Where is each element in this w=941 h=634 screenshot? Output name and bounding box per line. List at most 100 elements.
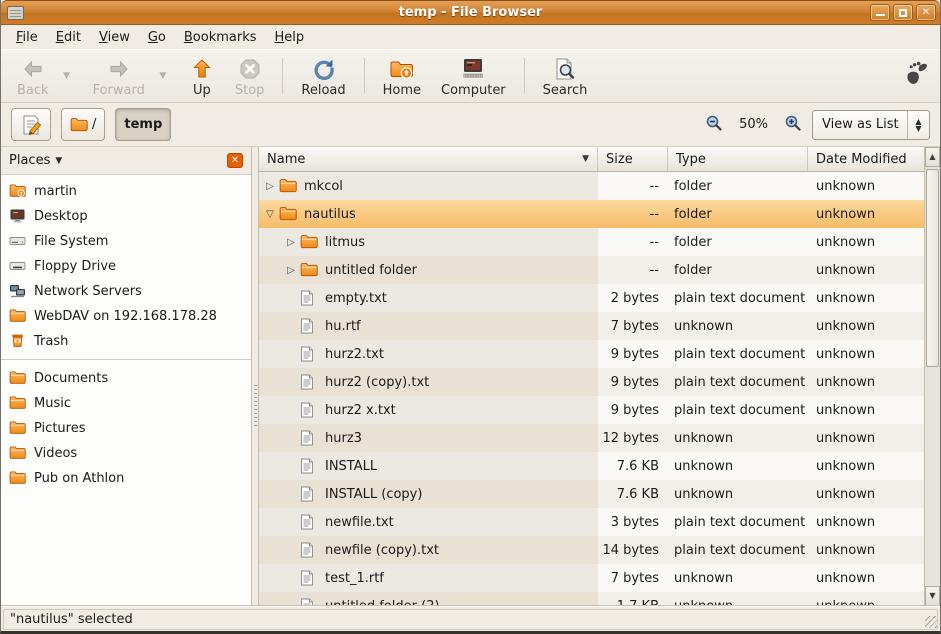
view-mode-select[interactable]: View as List ▲▼ <box>812 110 930 140</box>
file-size: 14 bytes <box>598 536 668 564</box>
expander-icon[interactable]: ▷ <box>263 181 277 192</box>
file-type: folder <box>668 200 808 228</box>
trash-icon <box>9 333 26 350</box>
table-row-mkcol[interactable]: ▷ mkcol -- folder unknown <box>259 172 924 200</box>
sidebar-item-file-system[interactable]: File System <box>1 229 251 254</box>
file-type: unknown <box>668 312 808 340</box>
sidebar-item-martin[interactable]: martin <box>1 179 251 204</box>
zoom-in-button[interactable] <box>784 114 802 136</box>
back-history-dropdown[interactable]: ▼ <box>59 52 75 100</box>
title-bar[interactable]: temp - File Browser ✕ <box>1 0 940 25</box>
reload-button[interactable]: Reload <box>291 52 355 100</box>
column-header-type[interactable]: Type <box>668 147 808 171</box>
back-button[interactable]: Back <box>7 52 59 100</box>
file-size: -- <box>598 172 668 200</box>
sidebar-item-label: Floppy Drive <box>34 259 116 274</box>
vertical-scrollbar[interactable]: ▲ ▼ <box>924 147 940 606</box>
table-row-newfile-txt[interactable]: newfile.txt 3 bytes plain text document … <box>259 508 924 536</box>
menu-help[interactable]: Help <box>266 28 314 47</box>
file-type: folder <box>668 256 808 284</box>
file-date-modified: unknown <box>808 312 924 340</box>
sidebar-item-trash[interactable]: Trash <box>1 329 251 354</box>
file-size: -- <box>598 228 668 256</box>
table-row-hu-rtf[interactable]: hu.rtf 7 bytes unknown unknown <box>259 312 924 340</box>
sidebar-item-desktop[interactable]: Desktop <box>1 204 251 229</box>
table-row-hurz2-x-txt[interactable]: hurz2 x.txt 9 bytes plain text document … <box>259 396 924 424</box>
file-size: 3 bytes <box>598 508 668 536</box>
table-row-hurz3[interactable]: hurz3 12 bytes unknown unknown <box>259 424 924 452</box>
edit-location-button[interactable] <box>11 108 51 141</box>
table-row-install[interactable]: INSTALL 7.6 KB unknown unknown <box>259 452 924 480</box>
zoom-level: 50% <box>733 117 774 132</box>
scrollbar-trough[interactable] <box>925 167 940 586</box>
table-row-untitled-folder-2-[interactable]: untitled folder (2) 1.7 KB unknown unkno… <box>259 592 924 606</box>
expander-icon[interactable]: ▽ <box>263 209 277 220</box>
sidebar-item-videos[interactable]: Videos <box>1 441 251 466</box>
file-icon <box>300 402 318 418</box>
sidebar-panel-selector[interactable]: Places ▼ ✕ <box>1 147 251 175</box>
sidebar-title: Places <box>9 153 50 168</box>
file-size: 7 bytes <box>598 312 668 340</box>
forward-button[interactable]: Forward <box>83 52 155 100</box>
up-button[interactable]: Up <box>179 52 225 100</box>
menu-file[interactable]: File <box>7 28 47 47</box>
column-header-date-modified[interactable]: Date Modified <box>808 147 924 171</box>
file-type: plain text document <box>668 368 808 396</box>
stop-button[interactable]: Stop <box>225 52 275 100</box>
scroll-down-button[interactable]: ▼ <box>925 586 940 606</box>
computer-icon <box>460 55 486 81</box>
file-name: empty.txt <box>325 291 387 306</box>
sidebar-item-network-servers[interactable]: Network Servers <box>1 279 251 304</box>
sidebar-item-label: Network Servers <box>34 284 142 299</box>
file-size: 7 bytes <box>598 564 668 592</box>
close-button[interactable]: ✕ <box>916 4 936 21</box>
sidebar-close-button[interactable]: ✕ <box>227 153 243 168</box>
menu-go[interactable]: Go <box>139 28 175 47</box>
toolbar-separator <box>524 58 525 94</box>
table-row-nautilus[interactable]: ▽ nautilus -- folder unknown <box>259 200 924 228</box>
root-path-button[interactable]: / <box>61 108 105 141</box>
folder-icon <box>300 234 318 250</box>
pane-splitter[interactable] <box>251 147 259 606</box>
forward-history-dropdown[interactable]: ▼ <box>155 52 171 100</box>
expander-icon[interactable]: ▷ <box>284 237 298 248</box>
window-resize-grip[interactable] <box>925 616 937 628</box>
zoom-out-button[interactable] <box>705 114 723 136</box>
edit-location-icon <box>20 114 42 136</box>
table-row-empty-txt[interactable]: empty.txt 2 bytes plain text document un… <box>259 284 924 312</box>
sidebar-item-floppy-drive[interactable]: Floppy Drive <box>1 254 251 279</box>
minimize-button[interactable] <box>870 4 890 21</box>
sidebar-item-webdav-on-192-168-178-28[interactable]: WebDAV on 192.168.178.28 <box>1 304 251 329</box>
computer-button[interactable]: Computer <box>431 52 516 100</box>
search-button[interactable]: Search <box>533 52 598 100</box>
home-button[interactable]: Home <box>373 52 431 100</box>
sidebar-item-music[interactable]: Music <box>1 391 251 416</box>
menu-bookmarks[interactable]: Bookmarks <box>175 28 266 47</box>
table-row-litmus[interactable]: ▷ litmus -- folder unknown <box>259 228 924 256</box>
column-header-size[interactable]: Size <box>598 147 668 171</box>
file-icon <box>300 542 318 558</box>
table-row-untitled-folder[interactable]: ▷ untitled folder -- folder unknown <box>259 256 924 284</box>
menu-edit[interactable]: Edit <box>47 28 90 47</box>
menu-view[interactable]: View <box>90 28 139 47</box>
file-date-modified: unknown <box>808 564 924 592</box>
sidebar-item-documents[interactable]: Documents <box>1 366 251 391</box>
file-name: hu.rtf <box>325 319 361 334</box>
table-row-hurz2-txt[interactable]: hurz2.txt 9 bytes plain text document un… <box>259 340 924 368</box>
places-sidebar: Places ▼ ✕ martin Desktop File System Fl… <box>1 147 251 606</box>
scroll-up-button[interactable]: ▲ <box>925 147 940 167</box>
sidebar-item-pictures[interactable]: Pictures <box>1 416 251 441</box>
maximize-button[interactable] <box>893 4 913 21</box>
sidebar-item-pub-on-athlon[interactable]: Pub on Athlon <box>1 466 251 491</box>
folder-icon <box>9 470 26 487</box>
table-row-test-1-rtf[interactable]: test_1.rtf 7 bytes unknown unknown <box>259 564 924 592</box>
file-name: hurz2 (copy).txt <box>325 375 429 390</box>
sort-descending-icon: ▼ <box>582 154 589 164</box>
column-header-name[interactable]: Name ▼ <box>259 147 598 171</box>
table-row-newfile-copy-txt[interactable]: newfile (copy).txt 14 bytes plain text d… <box>259 536 924 564</box>
current-folder-button[interactable]: temp <box>115 108 171 141</box>
table-row-install-copy-[interactable]: INSTALL (copy) 7.6 KB unknown unknown <box>259 480 924 508</box>
table-row-hurz2-copy-txt[interactable]: hurz2 (copy).txt 9 bytes plain text docu… <box>259 368 924 396</box>
expander-icon[interactable]: ▷ <box>284 265 298 276</box>
scrollbar-thumb[interactable] <box>926 169 939 367</box>
